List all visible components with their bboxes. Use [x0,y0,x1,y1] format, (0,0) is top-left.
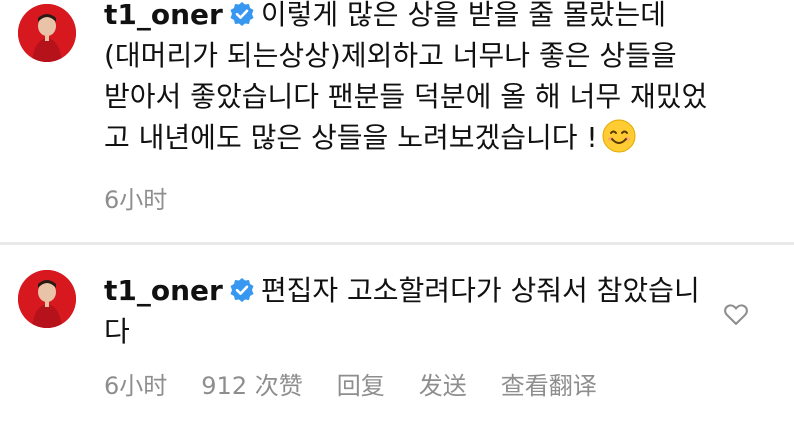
username[interactable]: t1_oner [104,0,223,31]
like-heart-icon[interactable] [722,300,750,328]
divider [0,242,794,245]
verified-badge-icon [229,0,255,26]
like-count[interactable]: 912 次赞 [201,366,302,401]
timestamp: 6小时 [104,186,168,214]
avatar[interactable] [18,4,76,62]
comment-text-block: t1_oner 편집자 고소할려다가 상줘서 참았습니다 [104,270,708,352]
comment-text-block: t1_oner 이렇게 많은 상을 받을 줄 몰랐는데 (대머리가 되는상상)제외… [104,0,708,158]
comment-meta: 6小时 912 次赞 回复 发送 查看翻译 [104,366,597,401]
avatar-image [18,4,76,62]
timestamp: 6小时 [104,372,168,400]
reply-button[interactable]: 回复 [337,366,385,401]
verified-badge-icon [229,273,255,302]
comment-2: t1_oner 편집자 고소할려다가 상줘서 참았습니다 6小时 912 次赞 回… [0,246,794,434]
comment-meta: 6小时 [104,180,167,215]
avatar-image [18,270,76,328]
username[interactable]: t1_oner [104,274,223,307]
comment-1: t1_oner 이렇게 많은 상을 받을 줄 몰랐는데 (대머리가 되는상상)제외… [0,0,794,242]
see-translation-button[interactable]: 查看翻译 [501,366,597,401]
smiling-face-icon [602,119,636,153]
send-button[interactable]: 发送 [419,366,467,401]
avatar[interactable] [18,270,76,328]
